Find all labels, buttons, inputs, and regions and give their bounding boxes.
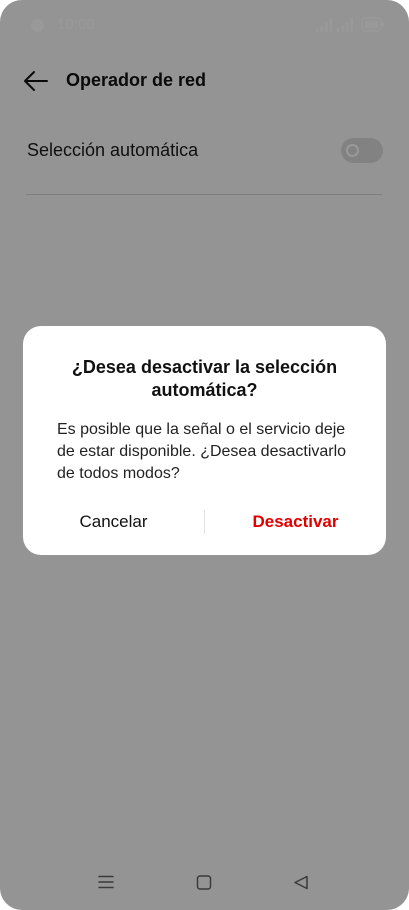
nav-back-button[interactable] [293, 875, 309, 895]
phone-screen: 10:00 Operador de red Selección automáti… [0, 0, 409, 910]
dialog-message: Es posible que la señal o el servicio de… [57, 421, 347, 482]
dialog-title: ¿Desea desactivar la selección automátic… [71, 357, 338, 400]
dialog-buttons: Cancelar Desactivar [23, 504, 386, 544]
recent-apps-button[interactable] [98, 875, 114, 894]
home-button[interactable] [196, 875, 212, 895]
home-icon [196, 875, 212, 890]
confirm-dialog: ¿Desea desactivar la selección automátic… [23, 326, 386, 555]
cancel-button[interactable]: Cancelar [23, 504, 204, 544]
deactivate-button[interactable]: Desactivar [205, 504, 386, 544]
back-icon [294, 875, 308, 890]
navigation-bar [0, 868, 409, 902]
menu-icon [98, 875, 114, 889]
